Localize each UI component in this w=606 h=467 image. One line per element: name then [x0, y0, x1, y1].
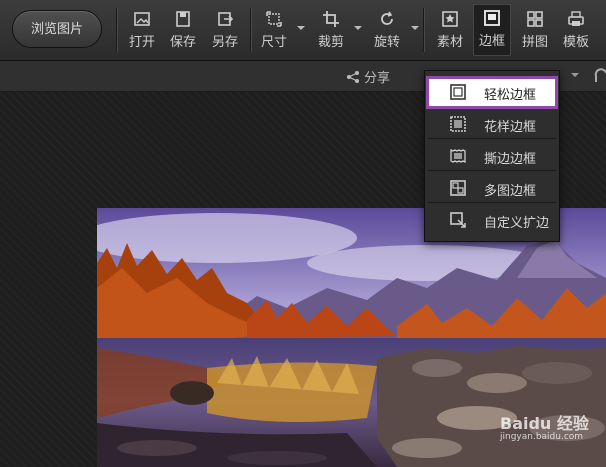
puzzle-label: 拼图 [521, 35, 548, 50]
share-button[interactable]: 分享 [346, 67, 390, 86]
material-button[interactable]: 素材 [430, 6, 470, 54]
menu-item-custom-expand[interactable]: 自定义扩边 [428, 206, 556, 234]
main-toolbar: 浏览图片 打开 保存 另存 尺寸 裁剪 旋转 素材 边框 拼图 模板 [0, 0, 606, 61]
multi-image-frame-icon [450, 180, 466, 196]
watermark-text: Baidu 经验 [500, 414, 589, 433]
baidu-watermark: Baidu 经验 jingyan.baidu.com [500, 410, 589, 442]
save-as-icon [218, 12, 234, 26]
resize-dropdown-caret[interactable] [297, 26, 305, 30]
toolbar-separator [250, 8, 251, 52]
menu-item-simple-frame[interactable]: 轻松边框 [426, 76, 558, 109]
material-label: 素材 [436, 35, 463, 50]
rotate-icon [381, 11, 393, 25]
open-button[interactable]: 打开 [122, 6, 162, 54]
frame-button[interactable]: 边框 [473, 4, 511, 56]
frame-icon [484, 10, 500, 26]
browse-images-button[interactable]: 浏览图片 [12, 10, 102, 48]
resize-button[interactable]: 尺寸 [254, 6, 294, 54]
template-button[interactable]: 模板 [556, 6, 596, 54]
open-image-icon [134, 12, 150, 26]
share-label: 分享 [364, 71, 391, 86]
save-as-label: 另存 [211, 35, 238, 50]
torn-edge-frame-icon [450, 148, 466, 164]
watermark-url: jingyan.baidu.com [500, 432, 584, 442]
open-label: 打开 [128, 35, 155, 50]
custom-expand-icon [450, 212, 466, 228]
rotate-label: 旋转 [373, 35, 400, 50]
puzzle-grid-icon [527, 11, 543, 27]
crop-dropdown-caret[interactable] [354, 26, 362, 30]
frame-dropdown-menu: 轻松边框 花样边框 撕边边框 多图边框 自定义扩边 [424, 70, 560, 242]
material-star-icon [442, 11, 458, 27]
template-label: 模板 [562, 35, 589, 50]
frame-label: 边框 [478, 34, 505, 49]
share-icon [347, 71, 359, 83]
save-label: 保存 [169, 35, 196, 50]
menu-item-multi-image-frame[interactable]: 多图边框 [428, 174, 556, 203]
save-as-button[interactable]: 另存 [205, 6, 245, 54]
crop-icon [323, 11, 339, 27]
save-icon [176, 11, 190, 27]
redo-arrow-icon[interactable] [594, 68, 606, 84]
simple-frame-icon [450, 84, 466, 100]
crop-label: 裁剪 [317, 35, 344, 50]
dropdown-chevron-icon[interactable] [570, 71, 580, 79]
puzzle-button[interactable]: 拼图 [515, 6, 555, 54]
resize-icon [266, 11, 282, 27]
toolbar-separator [423, 8, 424, 52]
menu-item-label: 撕边边框 [484, 152, 537, 167]
crop-button[interactable]: 裁剪 [311, 6, 351, 54]
template-printer-icon [568, 11, 584, 26]
menu-item-label: 多图边框 [484, 184, 537, 199]
resize-label: 尺寸 [260, 35, 287, 50]
rotate-dropdown-caret[interactable] [411, 26, 419, 30]
menu-item-label: 自定义扩边 [484, 216, 550, 231]
menu-item-label: 轻松边框 [484, 88, 537, 103]
rotate-button[interactable]: 旋转 [367, 6, 407, 54]
menu-item-torn-edge-frame[interactable]: 撕边边框 [428, 142, 556, 171]
pattern-frame-icon [450, 116, 466, 132]
menu-item-pattern-frame[interactable]: 花样边框 [428, 110, 556, 139]
save-button[interactable]: 保存 [163, 6, 203, 54]
toolbar-separator [116, 8, 117, 52]
menu-item-label: 花样边框 [484, 120, 537, 135]
